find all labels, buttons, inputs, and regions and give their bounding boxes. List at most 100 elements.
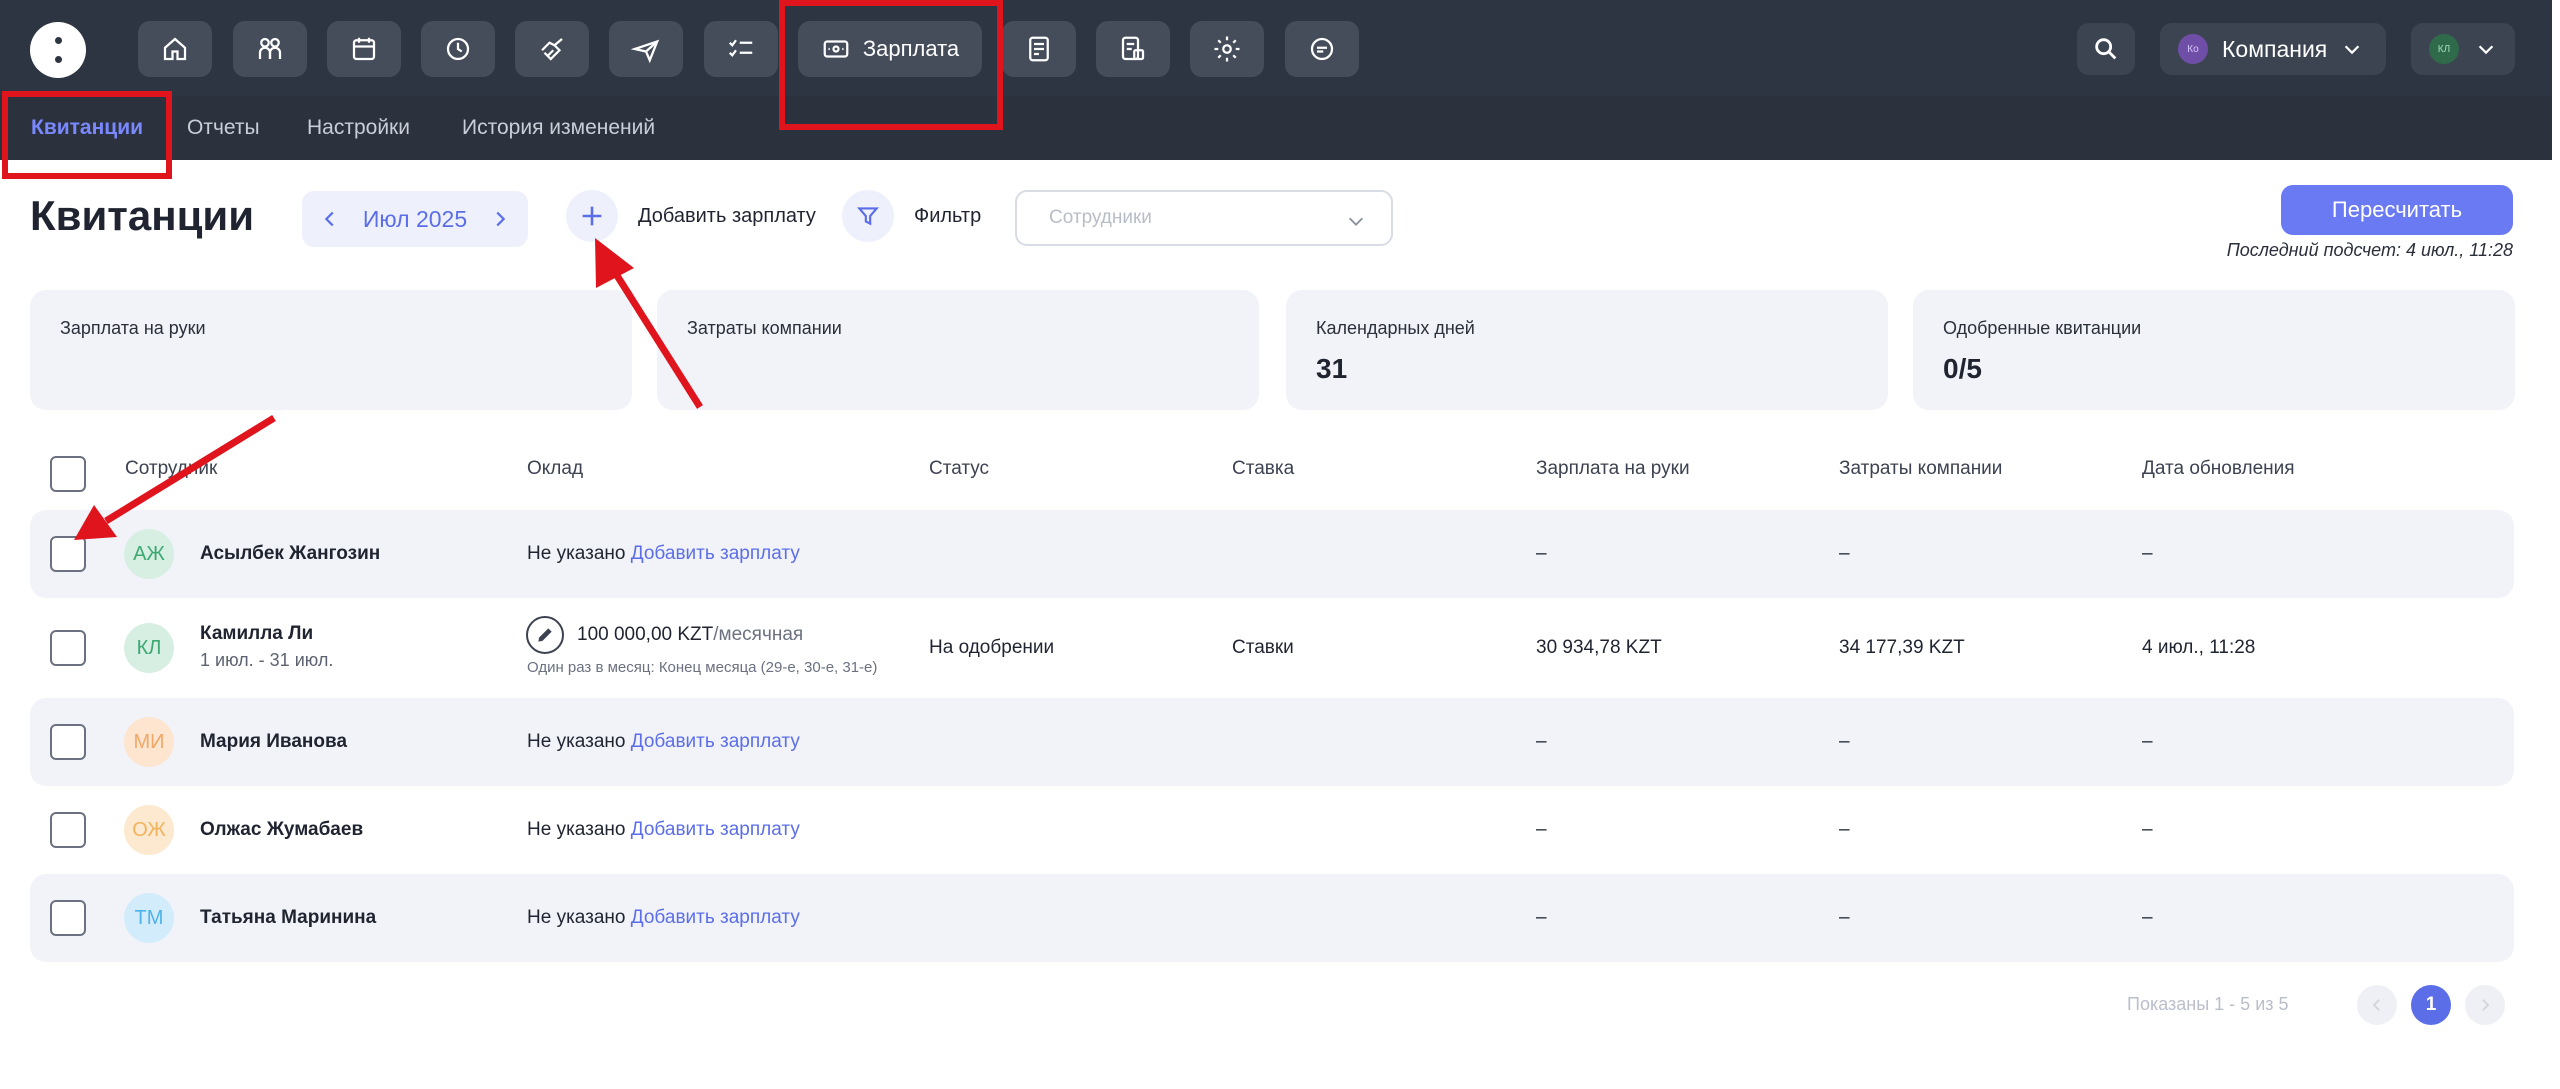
- company-selector[interactable]: Ко Компания: [2160, 23, 2386, 75]
- salary-cell: Не указано Добавить зарплату: [527, 819, 800, 841]
- column-header[interactable]: Дата обновления: [2142, 458, 2295, 480]
- recalculate-button[interactable]: Пересчитать: [2281, 185, 2513, 235]
- column-header[interactable]: Сотрудник: [125, 458, 217, 480]
- company-cost-cell: –: [1839, 907, 1850, 928]
- add-salary-button[interactable]: Добавить зарплату: [566, 190, 816, 242]
- company-cost-cell: –: [1839, 731, 1850, 752]
- next-page-button[interactable]: [2465, 985, 2505, 1025]
- user-menu[interactable]: КЛ: [2411, 23, 2515, 75]
- table-row[interactable]: АЖ Асылбек Жангозин Не указано Добавить …: [30, 510, 2514, 598]
- stat-value: 31: [1316, 353, 1348, 384]
- rate-cell[interactable]: Ставки: [1232, 637, 1294, 659]
- filter-button[interactable]: Фильтр: [842, 190, 981, 242]
- employee-name[interactable]: Мария Иванова: [200, 731, 347, 753]
- chevron-left-icon[interactable]: [319, 208, 341, 230]
- app-logo[interactable]: [30, 22, 86, 78]
- clock-icon: [446, 37, 470, 61]
- nav-trips-button[interactable]: [609, 21, 683, 77]
- sub-navigation: Квитанции Отчеты Настройки История измен…: [0, 96, 2552, 160]
- nav-documents-button[interactable]: [1002, 21, 1076, 77]
- row-checkbox[interactable]: [50, 630, 86, 666]
- nav-deals-button[interactable]: [515, 21, 589, 77]
- avatar: МИ: [124, 717, 174, 767]
- row-checkbox[interactable]: [50, 812, 86, 848]
- chat-icon: [1310, 37, 1334, 61]
- logo-dot: [55, 37, 62, 44]
- edit-salary-button[interactable]: [526, 616, 564, 654]
- employee-name[interactable]: Олжас Жумабаев: [200, 819, 363, 841]
- stat-value: 0/5: [1943, 353, 1982, 384]
- company-cost-cell: –: [1839, 819, 1850, 840]
- search-button[interactable]: [2077, 23, 2135, 75]
- table-row[interactable]: ОЖ Олжас Жумабаев Не указано Добавить за…: [30, 786, 2514, 874]
- add-salary-link[interactable]: Добавить зарплату: [631, 731, 800, 752]
- row-checkbox[interactable]: [50, 724, 86, 760]
- page-title: Квитанции: [30, 192, 255, 239]
- employee-period: 1 июл. - 31 июл.: [200, 650, 334, 670]
- row-checkbox[interactable]: [50, 900, 86, 936]
- plane-icon: [631, 39, 660, 64]
- chevron-right-icon[interactable]: [489, 208, 511, 230]
- page-number-button[interactable]: 1: [2411, 985, 2451, 1025]
- avatar: ОЖ: [124, 805, 174, 855]
- filter-label: Фильтр: [914, 204, 982, 227]
- nav-settings-button[interactable]: [1190, 21, 1264, 77]
- handshake-icon: [541, 38, 563, 61]
- table-header: Сотрудник Оклад Статус Ставка Зарплата н…: [30, 438, 2514, 502]
- tab-history[interactable]: История изменений: [462, 116, 655, 140]
- filter-icon: [842, 190, 894, 242]
- nav-employees-button[interactable]: [233, 21, 307, 77]
- nav-time-button[interactable]: [421, 21, 495, 77]
- add-salary-link[interactable]: Добавить зарплату: [631, 543, 800, 564]
- salary-cell: Не указано Добавить зарплату: [527, 907, 800, 929]
- salary-not-set: Не указано: [527, 731, 626, 752]
- salary-amount: 100 000,00 KZT: [577, 624, 714, 645]
- previous-page-button[interactable]: [2357, 985, 2397, 1025]
- user-avatar: КЛ: [2429, 34, 2459, 64]
- avatar: КЛ: [124, 623, 174, 673]
- nav-reports-button[interactable]: [1096, 21, 1170, 77]
- salary-schedule-note: Один раз в месяц: Конец месяца (29-е, 30…: [527, 659, 878, 676]
- net-salary-cell: 30 934,78 KZT: [1536, 637, 1662, 658]
- highlight-receipts-tab: [2, 91, 172, 179]
- calendar-icon: [352, 37, 376, 61]
- highlight-salary-nav: [779, 0, 1003, 130]
- status-cell: На одобрении: [929, 637, 1055, 658]
- nav-chat-button[interactable]: [1285, 21, 1359, 77]
- column-header[interactable]: Ставка: [1232, 458, 1294, 480]
- row-checkbox[interactable]: [50, 536, 86, 572]
- table-row[interactable]: ТМ Татьяна Маринина Не указано Добавить …: [30, 874, 2514, 962]
- table-row[interactable]: КЛ Камилла Ли 1 июл. - 31 июл. 100 000,0…: [30, 604, 2514, 692]
- net-salary-cell: –: [1536, 731, 1547, 752]
- employee-name[interactable]: Асылбек Жангозин: [200, 543, 380, 565]
- logo-dot: [55, 56, 62, 63]
- avatar: ТМ: [124, 893, 174, 943]
- tab-reports[interactable]: Отчеты: [187, 116, 260, 140]
- net-salary-cell: –: [1536, 543, 1547, 564]
- people-icon: [258, 37, 282, 59]
- stat-label: Затраты компании: [687, 318, 842, 338]
- employees-select[interactable]: Сотрудники: [1015, 190, 1393, 246]
- pencil-icon: [538, 628, 552, 642]
- nav-home-button[interactable]: [138, 21, 212, 77]
- reports-icon: [1121, 36, 1145, 61]
- table-row[interactable]: МИ Мария Иванова Не указано Добавить зар…: [30, 698, 2514, 786]
- employee-name[interactable]: Камилла Ли: [200, 623, 313, 645]
- select-all-checkbox[interactable]: [50, 456, 86, 492]
- column-header[interactable]: Статус: [929, 458, 989, 480]
- add-salary-link[interactable]: Добавить зарплату: [631, 907, 800, 928]
- nav-tasks-button[interactable]: [704, 21, 778, 77]
- employee-name[interactable]: Татьяна Маринина: [200, 907, 376, 929]
- tab-settings[interactable]: Настройки: [307, 116, 410, 140]
- company-cost-cell: –: [1839, 543, 1850, 564]
- add-salary-label: Добавить зарплату: [638, 204, 816, 227]
- stat-card-approved-receipts: Одобренные квитанции 0/5: [1913, 290, 2515, 410]
- stat-label: Зарплата на руки: [60, 318, 206, 338]
- nav-calendar-button[interactable]: [327, 21, 401, 77]
- salary-unit: /месячная: [713, 624, 804, 645]
- column-header[interactable]: Зарплата на руки: [1536, 458, 1690, 480]
- column-header[interactable]: Оклад: [527, 458, 583, 480]
- add-salary-link[interactable]: Добавить зарплату: [631, 819, 800, 840]
- salary-not-set: Не указано: [527, 907, 626, 928]
- column-header[interactable]: Затраты компании: [1839, 458, 2002, 480]
